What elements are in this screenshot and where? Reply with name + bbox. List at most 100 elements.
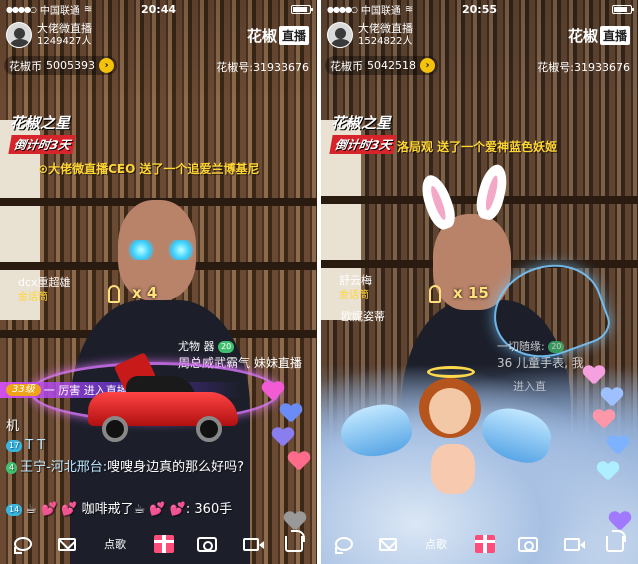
- huajiao-logo: 花椒 直播: [568, 25, 630, 46]
- camera-icon: [518, 536, 538, 552]
- gift-button[interactable]: [472, 531, 498, 557]
- mail-icon: [57, 537, 76, 551]
- chat-user: T T: [25, 438, 46, 453]
- chat-user: 王宁-河北邢台:: [20, 460, 108, 475]
- host-name: 大佬微直播: [358, 21, 413, 35]
- video-icon: [242, 537, 264, 551]
- event-banner[interactable]: 花椒之星 倒计时3天: [329, 112, 398, 154]
- gift-combo: x 4: [108, 284, 157, 303]
- camera-button[interactable]: [515, 531, 541, 557]
- gift-broadcast-text: 大佬微直播CEO 送了一个追爱兰博基尼: [48, 162, 260, 176]
- gift-broadcast: ⊙大佬微直播CEO 送了一个追爱兰博基尼: [38, 160, 259, 177]
- host-info[interactable]: 大佬微直播 1249427人: [6, 22, 92, 48]
- gift-notice-line1: 尤物 器: [178, 340, 215, 353]
- viewer-card[interactable]: 舒云梅 金话筒: [339, 274, 372, 302]
- gift-broadcast-text: 洛局观 送了一个爱神蓝色妖姬: [397, 140, 558, 154]
- microphone-icon: [429, 284, 441, 303]
- heart-icon: [601, 388, 623, 408]
- chat-message: 17 T T: [6, 437, 45, 455]
- chat-bubble-icon: [335, 537, 353, 554]
- chevron-right-icon[interactable]: ›: [420, 58, 435, 73]
- message-button[interactable]: [54, 531, 80, 557]
- chat-text: 嗖嗖身边真的那么好吗?: [107, 460, 245, 475]
- heart-icon: [272, 428, 294, 448]
- chevron-right-icon[interactable]: ›: [99, 58, 114, 73]
- gift-notice: 欧妮姿蒂: [341, 310, 385, 325]
- bottom-toolbar: 点歌: [0, 524, 317, 564]
- clock: 20:44: [140, 2, 176, 16]
- coins-label: 花椒币: [9, 59, 42, 73]
- huajiao-logo: 花椒 直播: [247, 25, 309, 46]
- event-countdown: 倒计时3天: [329, 135, 398, 154]
- status-bar: ●●●●○ 中国联通 ≋ 20:55: [321, 0, 638, 18]
- combo-count: x 15: [453, 284, 489, 302]
- song-request-button[interactable]: 点歌: [97, 531, 133, 557]
- video-icon: [563, 537, 585, 551]
- coins-label: 花椒币: [330, 59, 363, 73]
- gift-button[interactable]: [151, 531, 177, 557]
- bottom-toolbar: 点歌: [321, 524, 638, 564]
- host-avatar[interactable]: [6, 22, 32, 48]
- event-title: 花椒之星: [10, 114, 71, 132]
- share-button[interactable]: [281, 530, 307, 557]
- message-button[interactable]: [375, 531, 401, 557]
- heart-icon: [288, 452, 310, 472]
- level-badge: 33级: [6, 384, 41, 396]
- status-bar: ●●●●○ 中国联通 ≋ 20:44: [0, 0, 317, 18]
- clock: 20:55: [461, 2, 497, 16]
- microphone-icon: [108, 284, 120, 303]
- level-badge: 17: [6, 439, 23, 452]
- huajiao-id: 花椒号:31933676: [537, 61, 630, 74]
- heart-icon: [280, 404, 302, 424]
- viewer-count: 1249427人: [37, 35, 92, 47]
- host-avatar[interactable]: [327, 22, 353, 48]
- record-button[interactable]: [559, 531, 585, 557]
- song-request-button[interactable]: 点歌: [418, 531, 454, 557]
- camera-button[interactable]: [194, 531, 220, 557]
- event-countdown: 倒计时3天: [8, 135, 77, 154]
- record-button[interactable]: [238, 531, 264, 557]
- gift-icon: [153, 535, 174, 553]
- side-chat-user: 一切随缘:: [497, 340, 545, 353]
- viewer-badge: 金话筒: [339, 289, 369, 301]
- battery-icon: [612, 5, 634, 14]
- brand-name: 花椒: [246, 27, 277, 45]
- chat-message: 14 ☕ 💕 💕 咖啡戒了☕ 💕 💕: 360手: [6, 501, 296, 519]
- chat-bubble-icon: [14, 537, 32, 554]
- gift-notice-line1: 欧妮姿蒂: [341, 310, 385, 323]
- chat-button[interactable]: [7, 528, 39, 560]
- cupid-gift-effect: [335, 366, 571, 526]
- share-icon: [606, 530, 626, 552]
- viewer-name: dcx重超雄: [18, 276, 71, 289]
- combo-count: x 4: [132, 284, 158, 302]
- heart-icon: [607, 436, 629, 456]
- live-stream-screen-left: ●●●●○ 中国联通 ≋ 20:44 大佬微直播 1249427人 花椒 直播 花椒…: [0, 0, 317, 564]
- gift-icon: [474, 535, 495, 553]
- viewer-card[interactable]: dcx重超雄 金话筒: [18, 276, 71, 304]
- level-badge: 4: [6, 461, 18, 474]
- share-button[interactable]: [602, 530, 628, 557]
- level-badge: 20: [218, 341, 235, 353]
- heart-icon: [262, 382, 284, 402]
- heart-icon: [597, 462, 619, 482]
- viewer-badge: 金话筒: [18, 291, 48, 303]
- chat-message: 机: [6, 418, 19, 436]
- live-stream-screen-right: ●●●●○ 中国联通 ≋ 20:55 大佬微直播 1524822人 花椒 直播 花椒…: [321, 0, 638, 564]
- heart-icon: [593, 410, 615, 430]
- chat-message: 4 王宁-河北邢台:嗖嗖身边真的那么好吗?: [6, 459, 276, 477]
- star-icon: ⊙: [38, 162, 49, 176]
- coins-pill[interactable]: 花椒币 5042518 ›: [325, 56, 438, 75]
- mail-icon: [378, 537, 397, 551]
- chat-button[interactable]: [328, 528, 360, 560]
- lamborghini-gift-effect: [88, 352, 238, 450]
- share-icon: [285, 530, 305, 552]
- host-info[interactable]: 大佬微直播 1524822人: [327, 22, 413, 48]
- viewer-count: 1524822人: [358, 35, 413, 47]
- huajiao-id: 花椒号:31933676: [216, 61, 309, 74]
- camera-icon: [197, 536, 217, 552]
- coins-pill[interactable]: 花椒币 5005393 ›: [4, 56, 117, 75]
- event-banner[interactable]: 花椒之星 倒计时3天: [8, 112, 77, 154]
- level-badge: 20: [548, 341, 565, 353]
- brand-name: 花椒: [567, 27, 598, 45]
- chat-text: 机: [6, 419, 20, 434]
